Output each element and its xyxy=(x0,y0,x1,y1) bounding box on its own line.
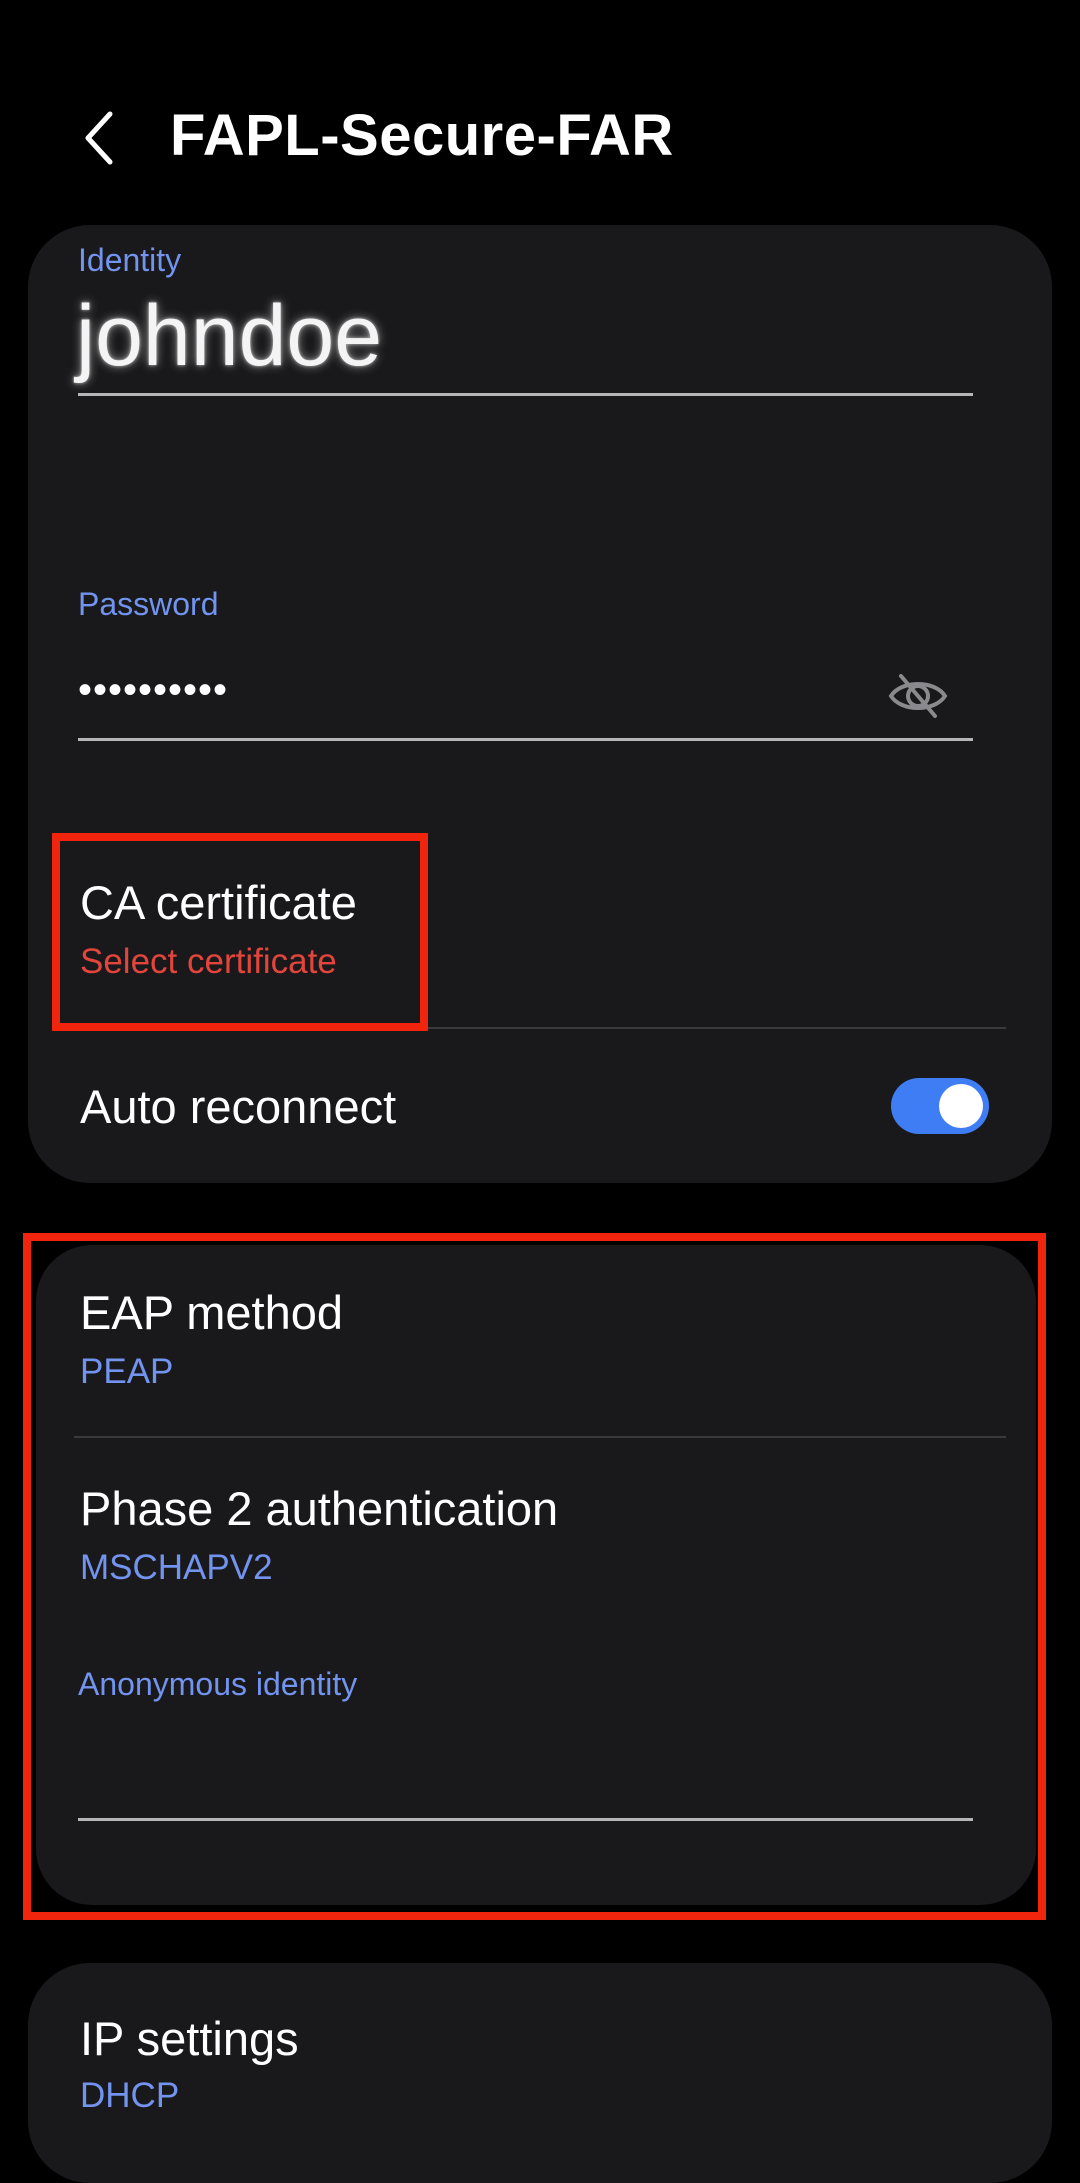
ip-settings-card[interactable] xyxy=(28,1963,1052,2183)
identity-underline xyxy=(78,393,973,396)
ip-settings-value: DHCP xyxy=(80,2076,180,2115)
toggle-knob xyxy=(939,1084,983,1128)
password-underline xyxy=(78,738,973,741)
back-button[interactable] xyxy=(78,108,128,168)
highlight-box-ca-certificate xyxy=(52,833,428,1031)
password-input[interactable]: •••••••••• xyxy=(78,665,228,715)
password-label: Password xyxy=(78,586,219,622)
page-title: FAPL-Secure-FAR xyxy=(170,103,674,168)
auto-reconnect-title: Auto reconnect xyxy=(80,1080,397,1133)
highlight-box-eap-settings xyxy=(23,1233,1046,1920)
identity-input[interactable]: johndoe xyxy=(76,286,382,386)
auto-reconnect-toggle[interactable] xyxy=(891,1078,989,1134)
toggle-password-visibility-button[interactable] xyxy=(887,670,949,722)
back-arrow-icon xyxy=(85,111,113,165)
identity-label: Identity xyxy=(78,242,182,278)
eye-hidden-icon xyxy=(888,674,948,718)
ip-settings-title: IP settings xyxy=(80,2012,299,2065)
